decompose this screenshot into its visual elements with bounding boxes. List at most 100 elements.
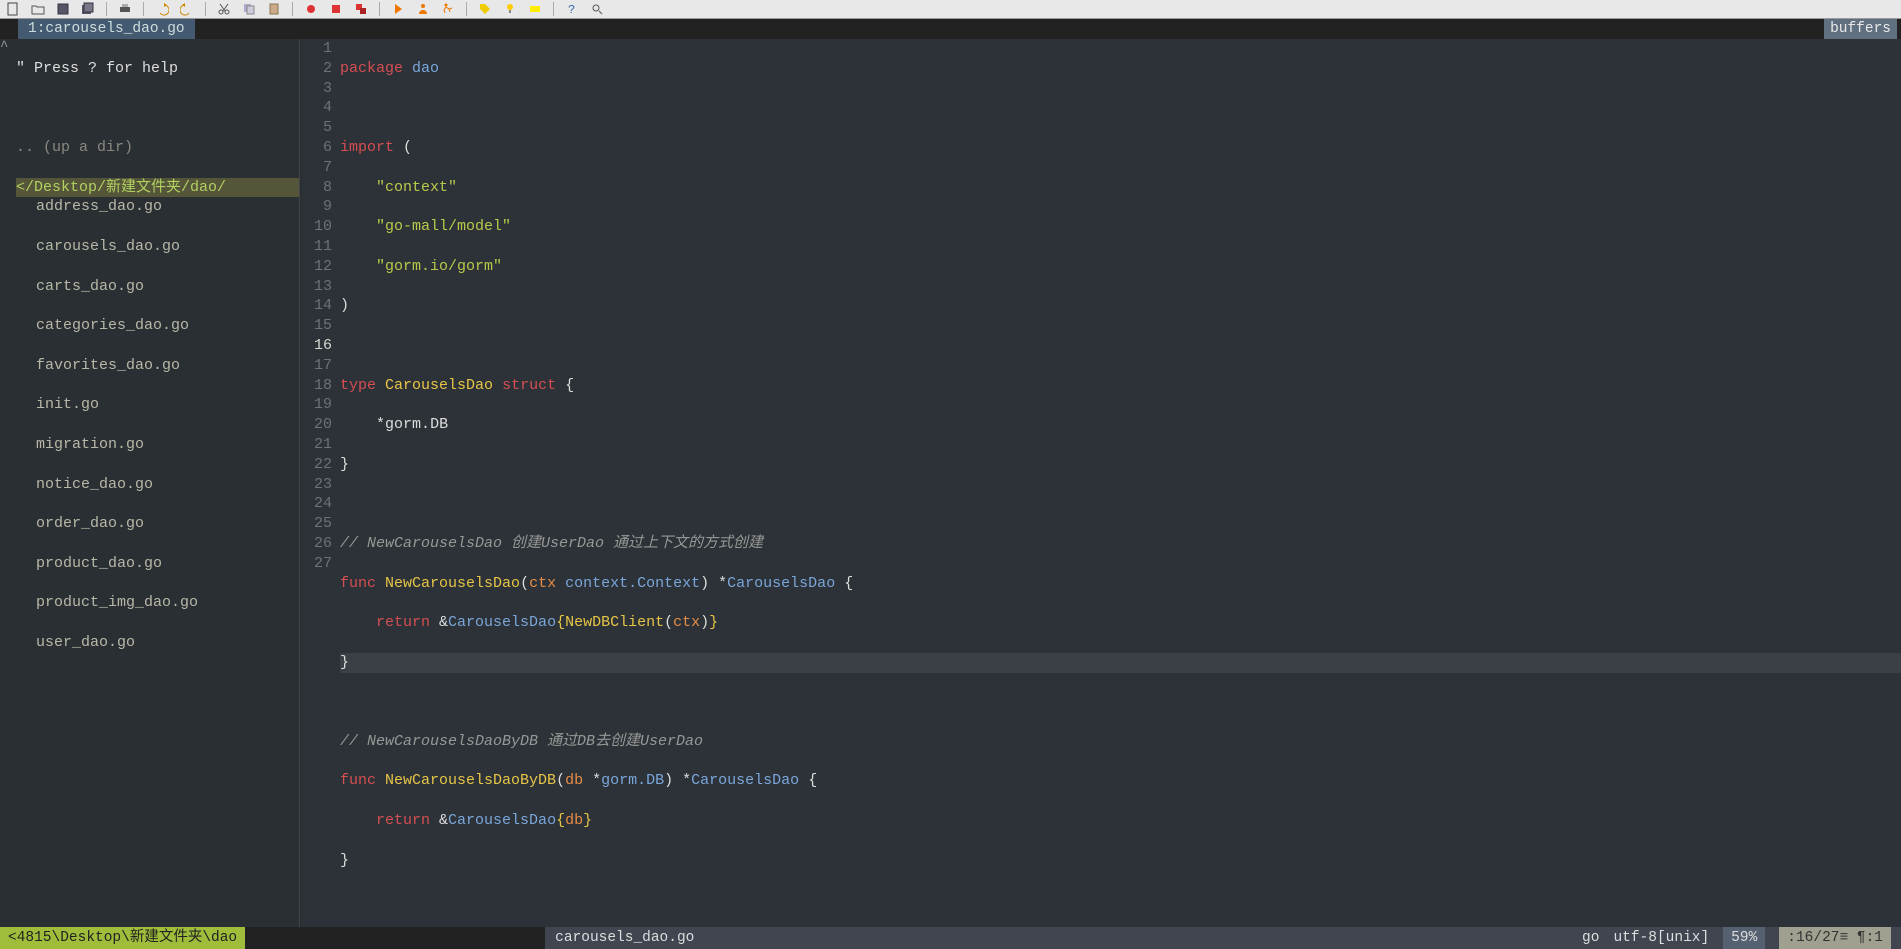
stopall-icon[interactable] [354,2,368,16]
linenum: 2 [302,59,332,79]
op: * [673,772,691,789]
linenum: 22 [302,455,332,475]
op: * [376,416,385,433]
type: CarouselsDao [448,812,556,829]
type: CarouselsDao [448,614,556,631]
folder-icon[interactable] [31,2,45,16]
linenum: 20 [302,415,332,435]
tag-icon[interactable] [478,2,492,16]
status-filetype: go [1582,927,1599,949]
brace: { [835,575,853,592]
string: "context" [376,179,457,196]
separator-icon [553,2,554,16]
param: db [565,812,583,829]
print-icon[interactable] [118,2,132,16]
file-item[interactable]: favorites_dao.go [16,356,299,376]
type: DB [430,416,448,433]
kw: return [376,812,430,829]
file-item[interactable]: product_dao.go [16,554,299,574]
id: gorm [385,416,421,433]
kw: return [376,614,430,631]
file-item[interactable]: order_dao.go [16,514,299,534]
help-line: " Press ? for help [16,59,299,79]
highlight-icon[interactable] [528,2,542,16]
file-item[interactable]: product_img_dao.go [16,593,299,613]
file-item[interactable]: init.go [16,395,299,415]
linenum: 10 [302,217,332,237]
op: * [583,772,601,789]
undo-icon[interactable] [155,2,169,16]
toolbar: ? [0,0,1901,19]
linenum: 23 [302,475,332,495]
current-dir[interactable]: </Desktop/新建文件夹/dao/ [16,178,299,198]
linenum: 3 [302,79,332,99]
string: "go-mall/model" [376,218,511,235]
comment: // NewCarouselsDaoByDB 通过DB去创建UserDao [340,733,703,750]
op: . [421,416,430,433]
op: & [430,614,448,631]
linenum: 5 [302,118,332,138]
brace: { [556,614,565,631]
paste-icon[interactable] [267,2,281,16]
file-icon[interactable] [6,2,20,16]
lamp-icon[interactable] [503,2,517,16]
type: CarouselsDao [691,772,799,789]
type: gorm.DB [601,772,664,789]
func: NewDBClient [565,614,664,631]
tab-current-file[interactable]: 1:carousels_dao.go [18,19,195,39]
run-icon[interactable] [441,2,455,16]
search-icon[interactable] [590,2,604,16]
linenum: 11 [302,237,332,257]
file-item[interactable]: notice_dao.go [16,475,299,495]
separator-icon [292,2,293,16]
paren: ( [556,772,565,789]
linenum: 1 [302,39,332,59]
code-area[interactable]: 1 2 3 4 5 6 7 8 9 10 11 12 13 14 15 16 1… [302,39,1901,927]
up-dir[interactable]: .. (up a dir) [16,138,299,158]
paren: ( [403,139,412,156]
record-icon[interactable] [304,2,318,16]
mark-caret: ^ [0,39,16,55]
file-item[interactable]: address_dao.go [16,197,299,217]
save-icon[interactable] [56,2,70,16]
param: db [565,772,583,789]
file-item[interactable]: user_dao.go [16,633,299,653]
comment: // NewCarouselsDao 创建UserDao 通过上下文的方式创建 [340,535,763,552]
copy-icon[interactable] [242,2,256,16]
stop-icon[interactable] [329,2,343,16]
brace: } [583,812,592,829]
play-icon[interactable] [391,2,405,16]
status-filename: carousels_dao.go [555,927,694,949]
separator-icon [379,2,380,16]
type: CarouselsDao [727,575,835,592]
brace: { [565,377,574,394]
file-item[interactable]: carousels_dao.go [16,237,299,257]
cut-icon[interactable] [217,2,231,16]
param: ctx [673,614,700,631]
code-body[interactable]: package dao import ( "context" "go-mall/… [340,39,1901,927]
left-gutter: ^ [0,39,16,927]
kw: package [340,60,403,77]
file-item[interactable]: carts_dao.go [16,277,299,297]
redo-icon[interactable] [180,2,194,16]
saveall-icon[interactable] [81,2,95,16]
linenum: 7 [302,158,332,178]
file-item[interactable]: categories_dao.go [16,316,299,336]
id: dao [412,60,439,77]
linenum: 6 [302,138,332,158]
linenum: 15 [302,316,332,336]
type: context.Context [565,575,700,592]
person-icon[interactable] [416,2,430,16]
editor: buffers 1 2 3 4 5 6 7 8 9 10 11 12 13 14… [302,39,1901,927]
linenum: 14 [302,296,332,316]
brace: } [340,456,349,473]
help-icon[interactable]: ? [565,2,579,16]
kw: func [340,575,376,592]
paren: ) [664,772,673,789]
op: * [709,575,727,592]
line-numbers: 1 2 3 4 5 6 7 8 9 10 11 12 13 14 15 16 1… [302,39,340,927]
file-item[interactable]: migration.go [16,435,299,455]
separator-icon [466,2,467,16]
brace: } [340,852,349,869]
buffers-label[interactable]: buffers [1824,19,1897,39]
